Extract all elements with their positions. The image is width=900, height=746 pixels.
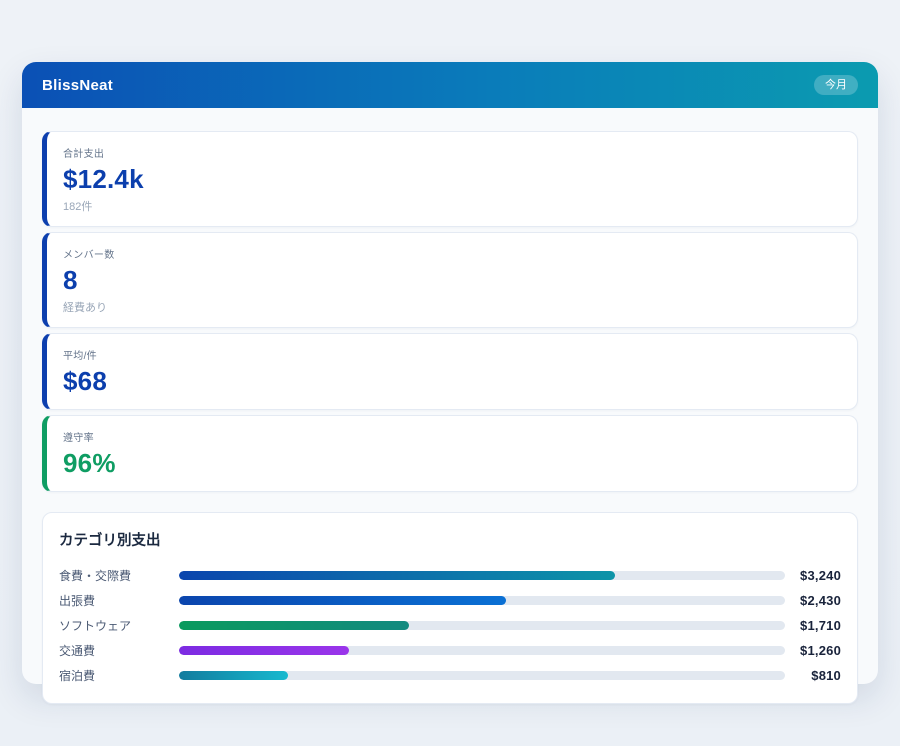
category-bar-track (179, 571, 785, 580)
category-bar-fill (179, 646, 349, 655)
category-amount: $810 (785, 668, 841, 683)
stat-value: $12.4k (63, 165, 841, 195)
category-amount: $1,260 (785, 643, 841, 658)
category-row: 食費・交際費 $3,240 (59, 563, 841, 588)
category-bar-fill (179, 621, 409, 630)
stat-card: メンバー数 8 経費あり (42, 232, 858, 328)
stat-value: $68 (63, 367, 841, 397)
category-label: 宿泊費 (59, 667, 179, 684)
category-label: ソフトウェア (59, 617, 179, 634)
category-bar-track (179, 596, 785, 605)
stat-sub: 経費あり (63, 299, 841, 315)
stat-card: 遵守率 96% (42, 415, 858, 492)
stat-sub: 182件 (63, 198, 841, 214)
category-bar-track (179, 621, 785, 630)
category-bar-fill (179, 596, 506, 605)
category-bar-track (179, 646, 785, 655)
category-row: ソフトウェア $1,710 (59, 613, 841, 638)
category-label: 交通費 (59, 642, 179, 659)
app-header: BlissNeat 今月 (22, 62, 878, 108)
category-card-title: カテゴリ別支出 (59, 529, 841, 550)
category-bar-fill (179, 571, 615, 580)
stat-value: 96% (63, 449, 841, 479)
category-rows: 食費・交際費 $3,240 出張費 $2,430 ソフトウェア $1,710 交通費 $1,2… (59, 563, 841, 688)
category-label: 出張費 (59, 592, 179, 609)
stat-label: 合計支出 (63, 145, 841, 160)
category-amount: $3,240 (785, 568, 841, 583)
category-row: 交通費 $1,260 (59, 638, 841, 663)
dashboard-panel: BlissNeat 今月 合計支出 $12.4k 182件メンバー数 8 経費あり平均/… (22, 62, 878, 684)
category-breakdown-card: カテゴリ別支出 食費・交際費 $3,240 出張費 $2,430 ソフトウェア $1,71… (42, 512, 858, 704)
stat-label: 遵守率 (63, 429, 841, 444)
stat-value: 8 (63, 266, 841, 296)
category-row: 宿泊費 $810 (59, 663, 841, 688)
stats-list: 合計支出 $12.4k 182件メンバー数 8 経費あり平均/件 $68 遵守率 96% (42, 131, 858, 492)
category-amount: $2,430 (785, 593, 841, 608)
category-amount: $1,710 (785, 618, 841, 633)
app-title: BlissNeat (42, 77, 113, 94)
category-label: 食費・交際費 (59, 567, 179, 584)
period-badge[interactable]: 今月 (814, 75, 858, 95)
stat-label: 平均/件 (63, 347, 841, 362)
stat-card: 平均/件 $68 (42, 333, 858, 410)
stat-label: メンバー数 (63, 246, 841, 261)
category-row: 出張費 $2,430 (59, 588, 841, 613)
category-bar-track (179, 671, 785, 680)
stat-card: 合計支出 $12.4k 182件 (42, 131, 858, 227)
category-bar-fill (179, 671, 288, 680)
dashboard-content: 合計支出 $12.4k 182件メンバー数 8 経費あり平均/件 $68 遵守率 96% カテ… (22, 108, 878, 704)
